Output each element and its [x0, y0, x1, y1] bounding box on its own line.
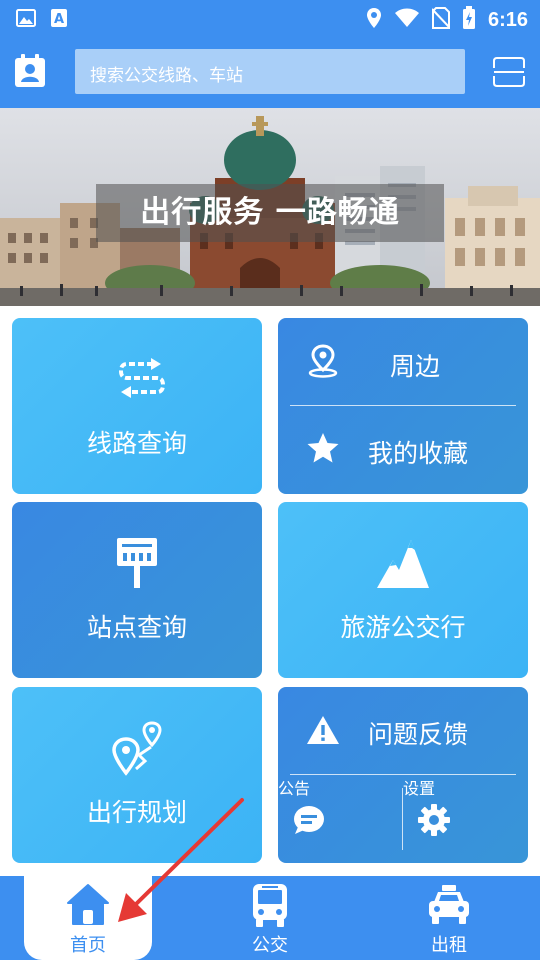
route-query-tile[interactable]: 线路查询 [12, 318, 262, 494]
battery-charging-icon [462, 6, 476, 34]
image-icon [16, 9, 36, 31]
nav-item-home[interactable]: 首页 [24, 876, 152, 960]
nearby-label: 周边 [390, 352, 441, 381]
profile-card-icon[interactable] [14, 54, 46, 88]
gear-icon [417, 803, 451, 841]
status-clock: 6:16 [487, 8, 528, 31]
notice-button[interactable]: 公告 [278, 775, 402, 863]
notice-label: 公告 [278, 779, 311, 798]
station-query-label: 站点查询 [86, 613, 187, 642]
bus-icon [250, 882, 290, 932]
banner-slogan: 出行服务 一路畅通 [96, 184, 444, 242]
wifi-icon [394, 8, 420, 32]
tourism-bus-label: 旅游公交行 [340, 613, 466, 642]
feedback-label: 问题反馈 [368, 720, 469, 749]
scan-icon[interactable] [492, 56, 526, 88]
trip-planning-label: 出行规划 [86, 798, 187, 827]
search-placeholder: 搜索公交线路、车站 [90, 66, 243, 86]
settings-button[interactable]: 设置 [403, 775, 528, 863]
nav-label: 公交 [252, 935, 288, 956]
bottom-nav: 首页 公交 出租 [0, 876, 540, 960]
nav-label: 首页 [70, 935, 106, 956]
route-arrows-icon [117, 358, 167, 408]
favorites-button[interactable]: 我的收藏 [278, 406, 528, 494]
warning-icon [306, 715, 340, 749]
route-query-label: 线路查询 [86, 429, 187, 458]
taxi-icon [426, 882, 472, 932]
nav-item-bus[interactable]: 公交 [205, 876, 335, 960]
status-bar: A 6:16 [0, 0, 540, 36]
tourism-bus-tile[interactable]: 旅游公交行 [278, 502, 528, 678]
settings-label: 设置 [403, 779, 436, 798]
trip-planning-tile[interactable]: 出行规划 [12, 687, 262, 863]
nav-label: 出租 [431, 935, 467, 956]
bus-stop-sign-icon [115, 536, 159, 594]
no-sim-icon [431, 7, 451, 33]
nav-item-taxi[interactable]: 出租 [384, 876, 514, 960]
chat-bubble-icon [293, 805, 325, 839]
location-icon [366, 7, 382, 33]
banner-image[interactable]: 出行服务 一路畅通 [0, 108, 540, 306]
star-icon [306, 432, 340, 468]
app-header: 搜索公交线路、车站 [0, 36, 540, 108]
favorites-label: 我的收藏 [368, 439, 469, 468]
map-route-icon [111, 721, 165, 781]
location-pin-icon [306, 344, 340, 382]
home-icon [65, 882, 111, 932]
mountain-icon [375, 538, 431, 594]
feedback-button[interactable]: 问题反馈 [278, 687, 528, 775]
feedback-notice-settings-tile: 问题反馈 公告 设置 [278, 687, 528, 863]
search-input[interactable]: 搜索公交线路、车站 [75, 49, 465, 94]
svg-text:A: A [54, 12, 64, 27]
text-a-icon: A [50, 8, 68, 32]
station-query-tile[interactable]: 站点查询 [12, 502, 262, 678]
nearby-favorites-tile: 周边 我的收藏 [278, 318, 528, 494]
nearby-button[interactable]: 周边 [278, 318, 528, 406]
